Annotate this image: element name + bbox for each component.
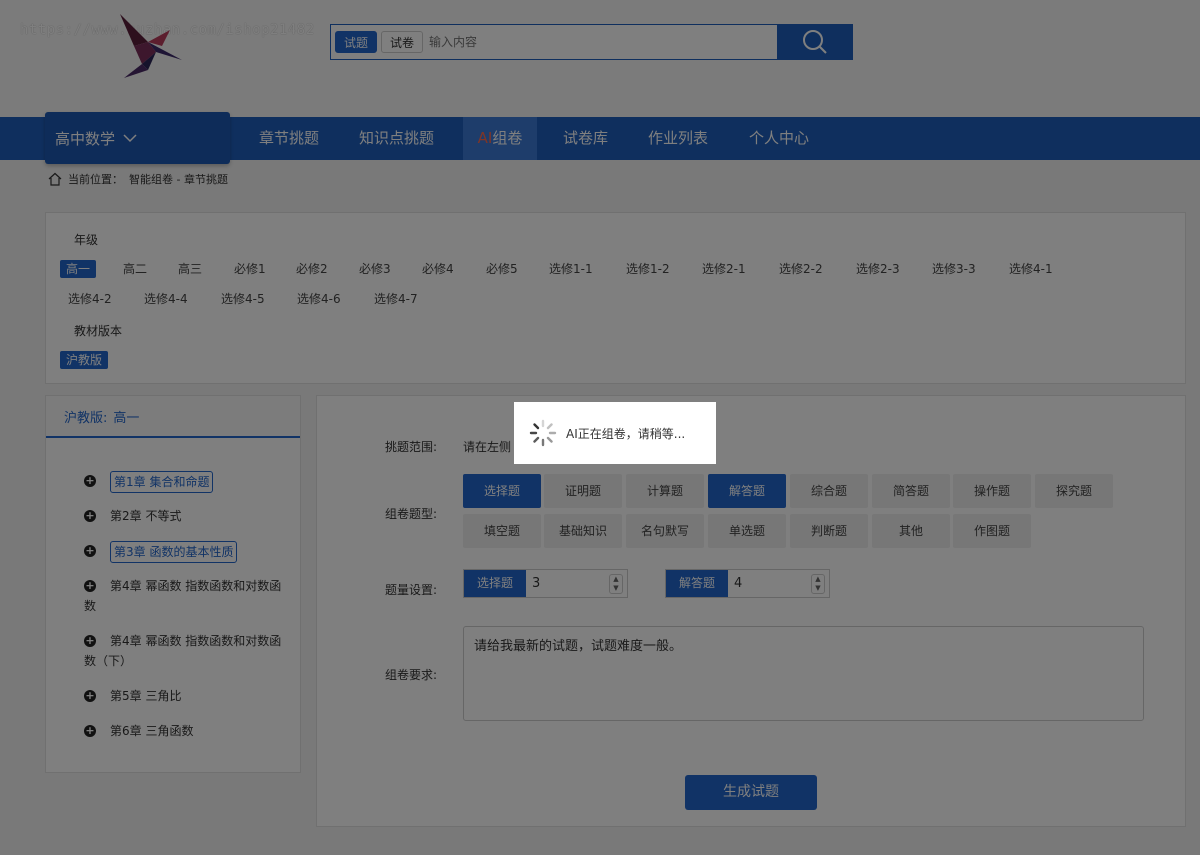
- spinner-icon: [529, 419, 557, 447]
- loading-dialog: AI正在组卷，请稍等...: [514, 402, 716, 464]
- loading-text: AI正在组卷，请稍等...: [566, 426, 686, 441]
